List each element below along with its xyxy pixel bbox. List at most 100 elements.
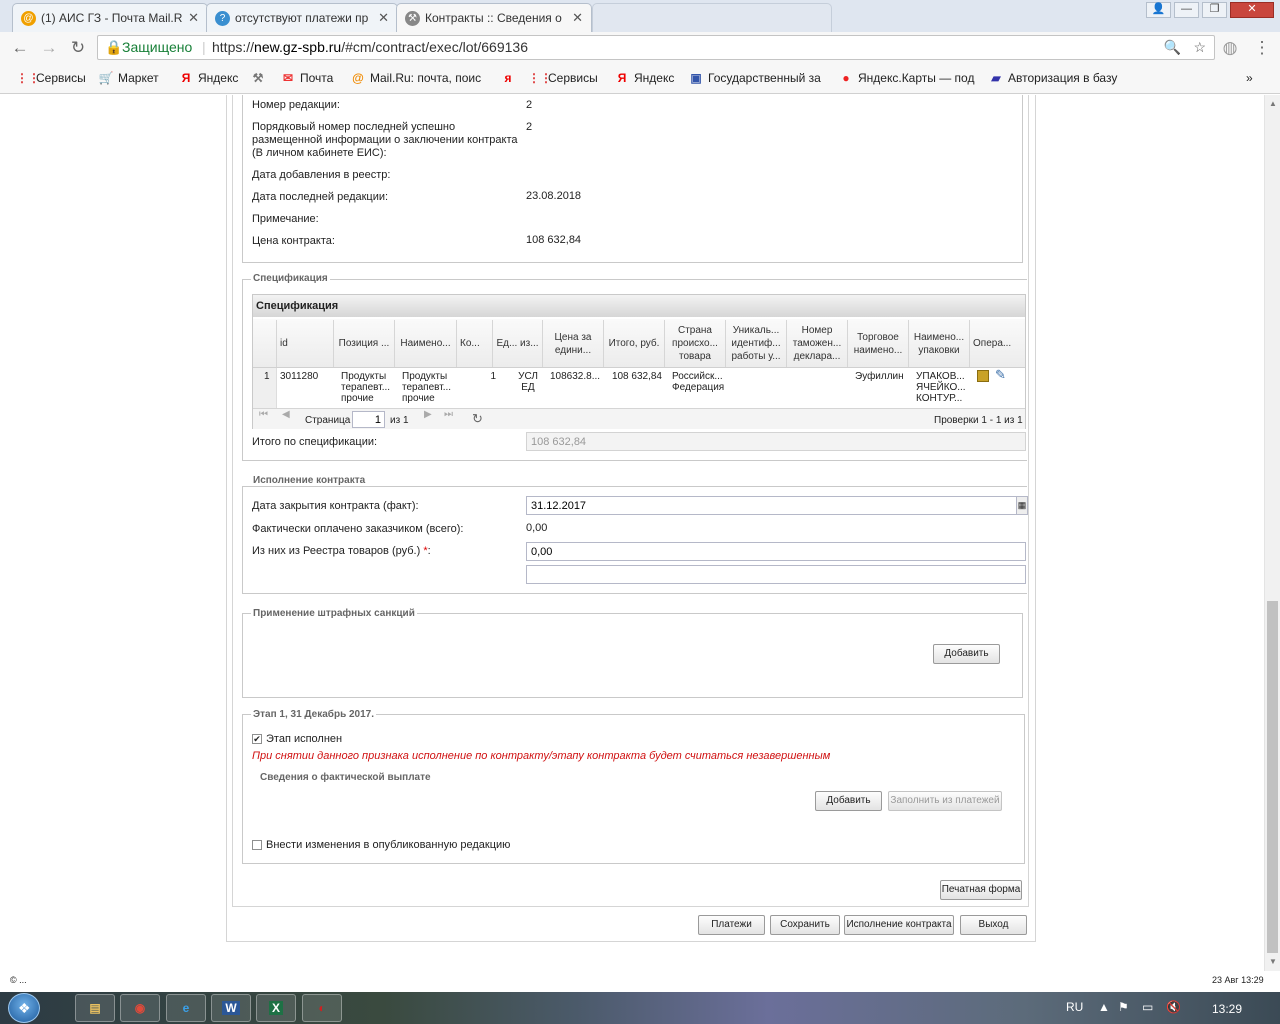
tray-network-icon[interactable]: ▭ xyxy=(1142,1000,1153,1014)
cell-unit-price: 108632.8... xyxy=(550,371,601,382)
edit-pencil-icon[interactable]: ✎ xyxy=(995,367,1006,383)
bookmark-market[interactable]: 🛒 Маркет xyxy=(98,71,159,85)
page-number-input[interactable] xyxy=(352,411,385,428)
language-indicator[interactable]: RU xyxy=(1066,1000,1083,1014)
registry-extra-input[interactable] xyxy=(526,565,1026,584)
bookmark-mailru[interactable]: @ Mail.Ru: почта, поис xyxy=(350,71,490,85)
windows-logo-icon: ❖ xyxy=(18,1000,31,1016)
maximize-button[interactable]: ❐ xyxy=(1202,2,1227,18)
cell-total: 108 632,84 xyxy=(611,371,662,382)
prev-page-icon[interactable]: ◀ xyxy=(282,409,290,420)
taskbar-app-icon[interactable]: ◐ xyxy=(302,994,342,1022)
registry-goods-input[interactable] xyxy=(526,542,1026,561)
tray-flag-icon[interactable]: ⚑ xyxy=(1118,1000,1129,1014)
first-page-icon[interactable]: ⏮ xyxy=(259,409,268,420)
extension-icon[interactable]: ◍ xyxy=(1218,36,1242,60)
star-icon[interactable]: ☆ xyxy=(1193,36,1206,59)
bookmark-services-2[interactable]: ⋮⋮Сервисы xyxy=(528,71,598,85)
payments-button[interactable]: Платежи xyxy=(698,915,765,935)
forward-icon[interactable]: → xyxy=(37,36,61,60)
col-operations[interactable]: Опера... xyxy=(970,320,1026,367)
browser-tab-payments[interactable]: ? отсутствуют платежи пр ✕ xyxy=(206,3,398,32)
save-button[interactable]: Сохранить xyxy=(770,915,840,935)
cell-country: Российск... Федерация xyxy=(672,371,725,393)
bookmark-auth[interactable]: ▰ Авторизация в базу xyxy=(988,71,1128,85)
penalties-legend: Применение штрафных санкций xyxy=(251,608,417,619)
browser-tab-mail[interactable]: @ (1) АИС ГЗ - Почта Mail.R ✕ xyxy=(12,3,208,32)
edit-published-checkbox[interactable] xyxy=(252,840,262,850)
col-id[interactable]: id xyxy=(277,320,334,367)
view-icon[interactable] xyxy=(977,370,989,382)
profile-icon[interactable]: 👤 xyxy=(1146,2,1171,18)
print-form-button[interactable]: Печатная форма xyxy=(940,880,1022,900)
next-page-icon[interactable]: ▶ xyxy=(424,409,432,420)
bookmark-yandex[interactable]: Я Яндекс xyxy=(178,71,239,85)
close-date-input[interactable] xyxy=(526,496,1017,515)
minimize-button[interactable]: — xyxy=(1174,2,1199,18)
browser-tab-contracts[interactable]: ⚒ Контракты :: Сведения о ✕ xyxy=(396,3,592,32)
add-penalty-button[interactable]: Добавить xyxy=(933,644,1000,664)
taskbar-chrome-icon[interactable]: ◉ xyxy=(120,994,160,1022)
col-qty[interactable]: Ко... xyxy=(457,320,493,367)
calendar-icon[interactable]: ▦ xyxy=(1016,496,1028,515)
new-tab-button[interactable] xyxy=(592,3,832,32)
bookmark-tools[interactable]: ⚒ xyxy=(250,71,270,85)
cell-position: Продукты терапевт... прочие xyxy=(341,371,391,404)
col-country[interactable]: Страна происхо... товара xyxy=(665,320,726,367)
tools-icon: ⚒ xyxy=(252,71,264,85)
close-window-button[interactable]: ✕ xyxy=(1230,2,1274,18)
status-datetime: 23 Авг 13:29 xyxy=(1212,975,1264,985)
stage-done-checkbox[interactable]: ✔ xyxy=(252,734,262,744)
apps-icon: ⋮⋮ xyxy=(16,71,40,85)
bookmark-mail[interactable]: ✉ Почта xyxy=(280,71,333,85)
col-trade-name[interactable]: Торговое наимено... xyxy=(848,320,909,367)
execute-contract-button[interactable]: Исполнение контракта xyxy=(844,915,954,935)
tray-volume-icon[interactable]: 🔇 xyxy=(1166,1000,1181,1014)
menu-icon[interactable]: ⋮ xyxy=(1250,36,1274,60)
status-left: © ... xyxy=(10,975,27,985)
taskbar-ie-icon[interactable]: e xyxy=(166,994,206,1022)
bookmarks-more-button[interactable]: » xyxy=(1246,71,1253,85)
flag-icon: ▰ xyxy=(991,71,1001,85)
scroll-down-icon[interactable]: ▼ xyxy=(1269,957,1277,966)
col-unit-price[interactable]: Цена за едини... xyxy=(543,320,604,367)
col-unique-id[interactable]: Уникаль... идентиф... работы у... xyxy=(726,320,787,367)
grid-title: Спецификация xyxy=(253,295,1025,317)
cell-id: 3011280 xyxy=(280,371,319,382)
taskbar-word-icon[interactable]: W xyxy=(211,994,251,1022)
bookmark-yandex-2[interactable]: Я Яндекс xyxy=(614,71,675,85)
close-icon[interactable]: ✕ xyxy=(188,10,199,26)
last-page-icon[interactable]: ⏭ xyxy=(444,409,453,420)
close-icon[interactable]: ✕ xyxy=(572,10,583,26)
col-customs[interactable]: Номер таможен... деклара... xyxy=(787,320,848,367)
bookmark-gov[interactable]: ▣ Государственный за xyxy=(688,71,828,85)
refresh-icon[interactable]: ↻ xyxy=(472,411,483,427)
add-payment-button[interactable]: Добавить xyxy=(815,791,882,811)
zoom-icon[interactable]: 🔍 xyxy=(1164,36,1181,59)
scroll-up-icon[interactable]: ▲ xyxy=(1269,99,1277,108)
taskbar-excel-icon[interactable]: X xyxy=(256,994,296,1022)
tray-expand-icon[interactable]: ▲ xyxy=(1098,1000,1110,1014)
reload-icon[interactable]: ↻ xyxy=(66,36,90,60)
page-scrollbar[interactable]: ▲ ▼ xyxy=(1264,95,1280,971)
last-info-number-label: Порядковый номер последней успешно разме… xyxy=(252,121,518,159)
taskbar-clock[interactable]: 13:29 xyxy=(1212,1002,1242,1016)
scrollbar-thumb[interactable] xyxy=(1267,601,1278,953)
taskbar-folder-icon[interactable]: ▤ xyxy=(75,994,115,1022)
start-button[interactable]: ❖ xyxy=(8,993,40,1023)
col-unit[interactable]: Ед... из... xyxy=(493,320,543,367)
col-total[interactable]: Итого, руб. xyxy=(604,320,665,367)
bookmark-yandex-square[interactable]: я xyxy=(500,71,520,85)
bookmark-services[interactable]: ⋮⋮Сервисы xyxy=(16,71,86,85)
col-position[interactable]: Позиция ... xyxy=(334,320,395,367)
close-icon[interactable]: ✕ xyxy=(378,10,389,26)
col-name[interactable]: Наимено... xyxy=(395,320,457,367)
back-icon[interactable]: ← xyxy=(8,36,32,60)
tab-bar: @ (1) АИС ГЗ - Почта Mail.R ✕ ? отсутств… xyxy=(0,0,1280,32)
bookmark-yandex-maps[interactable]: ● Яндекс.Карты — под xyxy=(838,71,978,85)
address-bar[interactable]: 🔒 Защищено | https://new.gz-spb.ru/#cm/c… xyxy=(97,35,1215,60)
last-edition-date-label: Дата последней редакции: xyxy=(252,191,389,203)
col-package[interactable]: Наимено... упаковки xyxy=(909,320,970,367)
exit-button[interactable]: Выход xyxy=(960,915,1027,935)
security-label: Защищено xyxy=(122,39,193,55)
